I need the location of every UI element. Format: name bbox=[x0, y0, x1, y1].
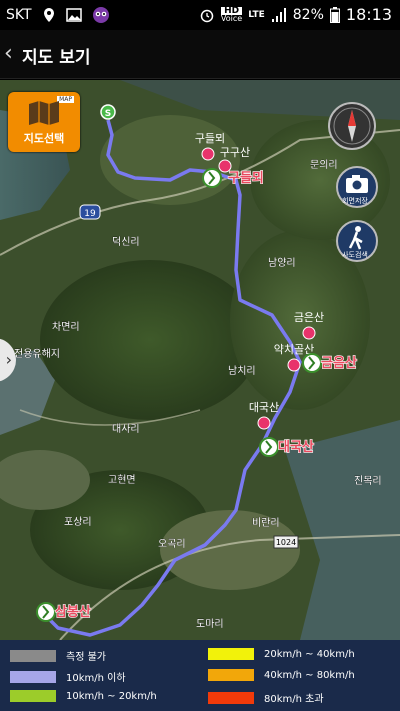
legend-swatch bbox=[208, 669, 254, 681]
compass-button[interactable] bbox=[328, 102, 376, 150]
place-label: 비란리 bbox=[252, 517, 280, 529]
place-label: 남치리 bbox=[228, 365, 256, 377]
speed-legend: 측정 불가 10km/h 이하 10km/h ~ 20km/h 20km/h ~… bbox=[0, 640, 400, 711]
legend-label: 10km/h 이하 bbox=[66, 673, 126, 684]
legend-item: 측정 불가 bbox=[10, 648, 106, 663]
status-left: SKT bbox=[6, 6, 110, 24]
course-search-label: 사도검색 bbox=[342, 251, 368, 259]
clock: 18:13 bbox=[345, 5, 392, 24]
voice-label: Voice bbox=[220, 13, 243, 23]
app-owl-icon bbox=[92, 7, 109, 23]
legend-swatch bbox=[208, 691, 254, 704]
checkpoint-gudeulmi[interactable]: 구들뫼 bbox=[202, 168, 264, 188]
folded-map-icon bbox=[29, 101, 59, 125]
chevron-left-icon[interactable]: ‹ bbox=[4, 41, 13, 66]
peak-label: 구들뫼 bbox=[195, 132, 225, 145]
image-icon bbox=[65, 8, 82, 22]
peak-label: 대국산 bbox=[249, 401, 279, 414]
camera-icon bbox=[346, 175, 368, 193]
road-1024-label: 1024 bbox=[276, 538, 296, 547]
page-title: 지도 보기 bbox=[22, 48, 91, 68]
battery-percent: 82% bbox=[292, 6, 324, 23]
legend-item: 10km/h ~ 20km/h bbox=[10, 690, 157, 702]
legend-item: 40km/h ~ 80km/h bbox=[208, 669, 355, 681]
status-bar: SKT HD Voice LTE 82% 18:13 bbox=[0, 0, 400, 30]
start-badge-label: S bbox=[105, 109, 111, 119]
legend-swatch bbox=[208, 648, 254, 660]
app-header: ‹ 지도 보기 bbox=[0, 30, 400, 79]
road-shield-1024: 1024 bbox=[273, 535, 299, 549]
alarm-icon bbox=[200, 9, 214, 22]
place-label: 진목리 bbox=[354, 475, 382, 487]
place-label: 대사리 bbox=[112, 423, 140, 435]
legend-item: 20km/h ~ 40km/h bbox=[208, 648, 355, 660]
map-select-label: 지도선택 bbox=[23, 132, 65, 145]
legend-item: 10km/h 이하 bbox=[10, 669, 126, 684]
legend-label: 측정 불가 bbox=[66, 652, 106, 663]
town-area bbox=[100, 115, 240, 205]
hd-voice-indicator: HD Voice bbox=[220, 6, 243, 23]
checkpoint-daeguk[interactable]: 대국산 bbox=[259, 437, 315, 457]
hiker-icon bbox=[348, 226, 363, 250]
legend-swatch bbox=[10, 670, 56, 683]
status-right: HD Voice LTE 82% 18:13 bbox=[199, 5, 392, 24]
place-label: 전용유해지 bbox=[14, 347, 60, 360]
place-label: 문의리 bbox=[310, 159, 338, 171]
place-label: 남양리 bbox=[268, 257, 296, 269]
place-label: 오곡리 bbox=[158, 538, 186, 550]
road-shield-19: 19 bbox=[79, 204, 101, 220]
carrier-label: SKT bbox=[6, 7, 32, 23]
map-view[interactable]: 19 1024 문의리 덕신리 남양리 차면리 전용유해지 남치리 대사리 고현… bbox=[0, 80, 400, 640]
legend-label: 10km/h ~ 20km/h bbox=[66, 690, 157, 702]
peak-label: 금은산 bbox=[294, 311, 324, 324]
road-19-label: 19 bbox=[84, 209, 96, 219]
place-label: 고현면 bbox=[108, 474, 136, 486]
location-icon bbox=[43, 8, 54, 22]
legend-label: 20km/h ~ 40km/h bbox=[264, 648, 355, 660]
checkpoint-label: 구들뫼 bbox=[228, 170, 264, 186]
place-label: 덕신리 bbox=[112, 236, 140, 248]
legend-swatch bbox=[10, 649, 56, 662]
satellite-map[interactable]: 19 1024 문의리 덕신리 남양리 차면리 전용유해지 남치리 대사리 고현… bbox=[0, 80, 400, 640]
battery-icon bbox=[329, 6, 340, 23]
lte-label: LTE bbox=[248, 9, 265, 20]
mountain-area bbox=[40, 260, 260, 420]
chevron-right-icon: › bbox=[5, 350, 12, 369]
checkpoint-sambong[interactable]: 삼봉산 bbox=[36, 602, 92, 622]
map-select-button[interactable]: MAP 지도선택 bbox=[8, 92, 80, 152]
legend-item: 80km/h 초과 bbox=[208, 690, 324, 705]
place-label: 도마리 bbox=[196, 618, 224, 630]
place-label: 차면리 bbox=[52, 321, 80, 333]
checkpoint-label: 삼봉산 bbox=[55, 604, 91, 620]
checkpoint-label: 금음산 bbox=[321, 355, 357, 371]
compass-icon bbox=[333, 107, 371, 145]
place-label: 포상리 bbox=[64, 516, 92, 528]
start-marker[interactable]: S bbox=[100, 104, 116, 120]
screen-save-label: 회면저장 bbox=[342, 197, 368, 205]
checkpoint-geumeum[interactable]: 금음산 bbox=[302, 353, 358, 373]
legend-label: 40km/h ~ 80km/h bbox=[264, 669, 355, 681]
legend-swatch bbox=[10, 690, 56, 702]
peak-label: 구구산 bbox=[220, 146, 250, 159]
legend-label: 80km/h 초과 bbox=[264, 694, 324, 705]
signal-icon bbox=[271, 7, 286, 22]
checkpoint-label: 대국산 bbox=[278, 439, 314, 455]
